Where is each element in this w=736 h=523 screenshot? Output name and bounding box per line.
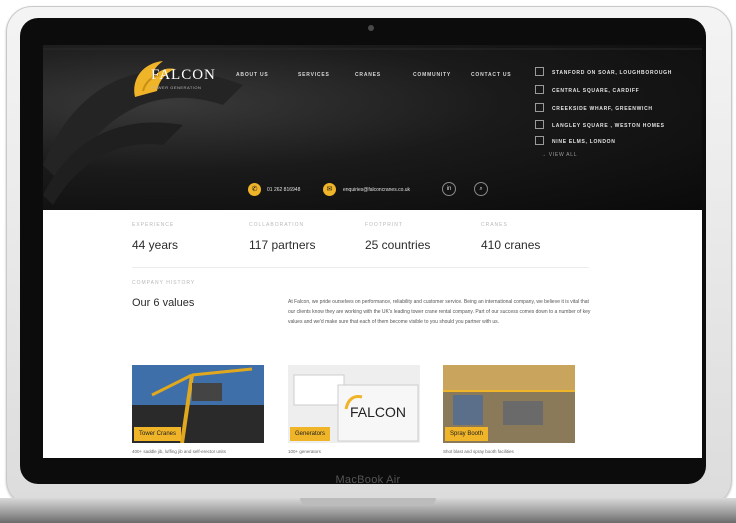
nav-services[interactable]: SERVICES (298, 72, 330, 78)
logo-subtext: POWER GENERATION (151, 85, 202, 90)
card-generators[interactable]: FALCON Generators (288, 365, 420, 443)
hero-header: FALCON POWER GENERATION ABOUT US SERVICE… (43, 45, 702, 210)
stat-label-footprint: FOOTPRINT (365, 222, 403, 228)
card-caption-generators: 100+ generators (288, 449, 321, 454)
project-link-2[interactable]: CENTRAL SQUARE, CARDIFF (552, 88, 639, 94)
project-link-5[interactable]: NINE ELMS, LONDON (552, 139, 616, 145)
card-tower-cranes[interactable]: Tower Cranes (132, 365, 264, 443)
card-label-tower-cranes[interactable]: Tower Cranes (134, 427, 182, 441)
camera-icon (368, 25, 374, 31)
view-all-link[interactable]: → VIEW ALL (541, 152, 577, 158)
card-label-generators[interactable]: Generators (290, 427, 331, 441)
laptop-notch (300, 498, 436, 506)
nav-cranes[interactable]: CRANES (355, 72, 381, 78)
stat-label-experience: EXPERIENCE (132, 222, 175, 228)
building-icon (535, 136, 544, 145)
svg-text:FALCON: FALCON (350, 404, 406, 420)
mail-icon: ✉ (323, 183, 336, 196)
nav-contact-us[interactable]: CONTACT US (471, 72, 511, 78)
card-label-spray-booth[interactable]: Spray Booth (445, 427, 489, 441)
email-address[interactable]: enquiries@falconcranes.co.uk (343, 187, 410, 193)
stat-value-cranes: 410 cranes (481, 238, 541, 252)
phone-number[interactable]: 01 262 816948 (267, 187, 300, 193)
project-link-3[interactable]: CREEKSIDE WHARF, GREENWICH (552, 106, 653, 112)
device-label: MacBook Air (335, 474, 401, 486)
project-link-4[interactable]: LANGLEY SQUARE , WESTON HOMES (552, 123, 665, 129)
card-caption-tower-cranes: 400+ saddle jib, luffing jib and self-er… (132, 449, 226, 454)
card-spray-booth[interactable]: Spray Booth (443, 365, 575, 443)
section-divider (132, 267, 589, 268)
stat-value-collaboration: 117 partners (249, 238, 316, 252)
stat-value-footprint: 25 countries (365, 238, 431, 252)
stat-label-cranes: CRANES (481, 222, 508, 228)
project-link-1[interactable]: STANFORD ON SOAR, LOUGHBOROUGH (552, 70, 672, 76)
phone-icon: ✆ (248, 183, 261, 196)
nav-about-us[interactable]: ABOUT US (236, 72, 269, 78)
nav-community[interactable]: COMMUNITY (413, 72, 451, 78)
logo-text: FALCON (151, 67, 216, 83)
stat-value-experience: 44 years (132, 238, 179, 252)
building-icon (535, 103, 544, 112)
building-icon (535, 67, 544, 76)
search-icon[interactable]: ⌕ (474, 182, 488, 196)
values-body: At Falcon, we pride ourselves on perform… (288, 299, 591, 325)
card-caption-spray-booth: Shot blast and spray booth facilities (443, 449, 514, 454)
website-screen: FALCON POWER GENERATION ABOUT US SERVICE… (43, 45, 702, 458)
building-icon (535, 85, 544, 94)
history-label: COMPANY HISTORY (132, 280, 196, 286)
stat-label-collaboration: COLLABORATION (249, 222, 305, 228)
linkedin-icon[interactable]: in (442, 182, 456, 196)
building-icon (535, 120, 544, 129)
values-title: Our 6 values (132, 297, 195, 309)
